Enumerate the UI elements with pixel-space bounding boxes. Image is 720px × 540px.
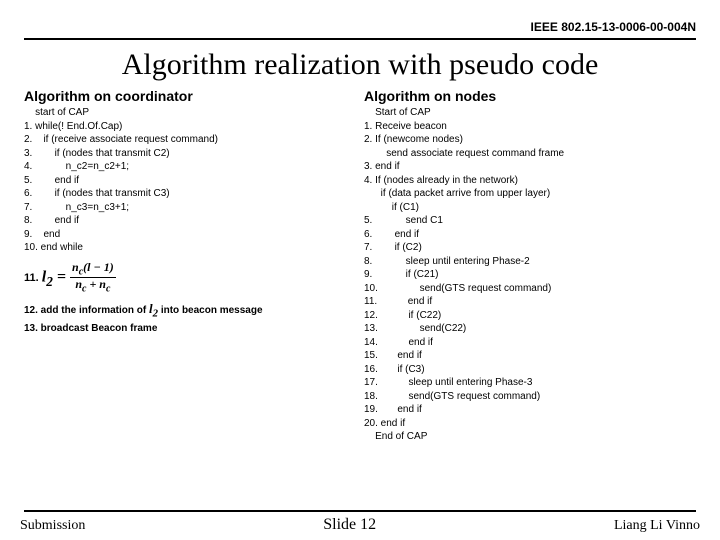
coordinator-code: start of CAP 1. while(! End.Of.Cap) 2. i… — [24, 106, 356, 255]
right-column: Algorithm on nodes Start of CAP 1. Recei… — [364, 88, 696, 444]
fraction: nc(l − 1) nc + nc — [70, 261, 116, 295]
step-13: 13. broadcast Beacon frame — [24, 322, 356, 336]
doc-id: IEEE 802.15-13-0006-00-004N — [24, 20, 696, 38]
left-column: Algorithm on coordinator start of CAP 1.… — [24, 88, 356, 444]
content-columns: Algorithm on coordinator start of CAP 1.… — [24, 88, 696, 444]
step-11-label: 11. — [24, 271, 39, 283]
nodes-code: Start of CAP 1. Receive beacon 2. If (ne… — [364, 106, 696, 444]
formula-l2: l2 = nc(l − 1) nc + nc — [42, 261, 116, 295]
top-rule — [24, 38, 696, 40]
left-heading: Algorithm on coordinator — [24, 88, 356, 104]
right-heading: Algorithm on nodes — [364, 88, 696, 104]
page-title: Algorithm realization with pseudo code — [24, 48, 696, 82]
footer-right: Liang Li Vinno — [614, 518, 700, 534]
footer-left: Submission — [20, 518, 85, 534]
bottom-rule — [24, 510, 696, 512]
step-12: 12. add the information of l2 into beaco… — [24, 300, 356, 322]
footer: Submission Slide 12 Liang Li Vinno — [0, 510, 720, 534]
slide-number: Slide 12 — [323, 516, 376, 534]
step-11: 11. l2 = nc(l − 1) nc + nc — [24, 261, 356, 295]
l2-symbol: l2 — [149, 301, 158, 316]
